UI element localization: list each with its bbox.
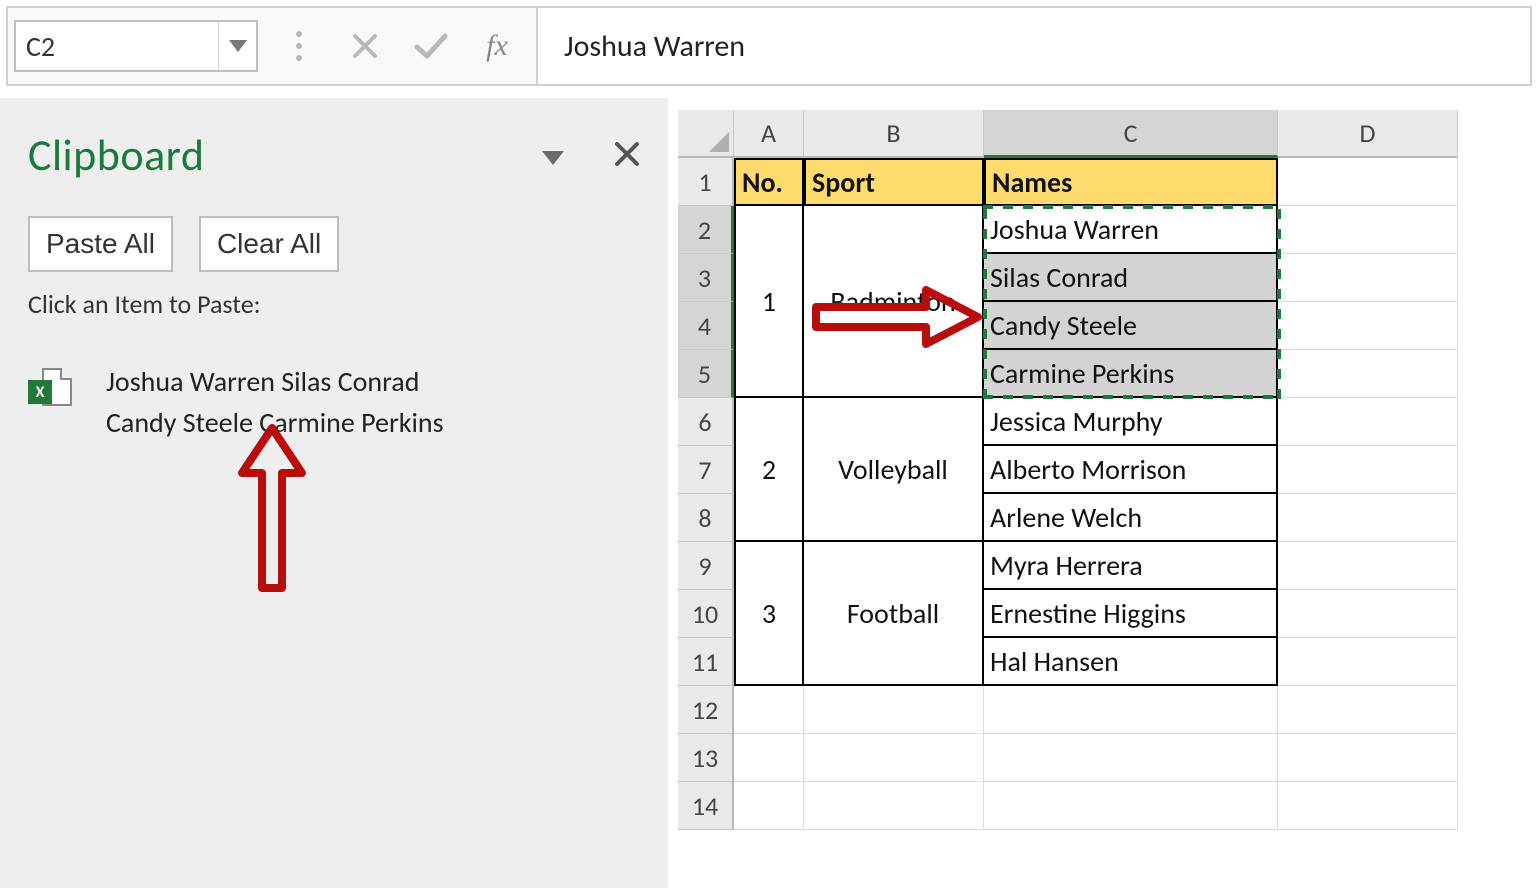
cell-C4[interactable]: Candy Steele [984, 302, 1278, 350]
cell-B2-B5[interactable]: Badminton [804, 206, 984, 398]
col-header-C[interactable]: C [984, 110, 1278, 158]
cell-C12[interactable] [984, 686, 1278, 734]
cancel-icon[interactable] [346, 27, 384, 65]
cell-D10[interactable] [1278, 590, 1458, 638]
cell-D4[interactable] [1278, 302, 1458, 350]
cell-A14[interactable] [734, 782, 804, 830]
cell-B1[interactable]: Sport [804, 158, 984, 206]
formula-bar-buttons: fx [280, 27, 516, 65]
cell-D7[interactable] [1278, 446, 1458, 494]
row-header-10[interactable]: 10 [678, 590, 734, 638]
cell-A6-A8[interactable]: 2 [734, 398, 804, 542]
col-header-B[interactable]: B [804, 110, 984, 158]
row-header-4[interactable]: 4 [678, 302, 734, 350]
row-header-11[interactable]: 11 [678, 638, 734, 686]
formula-bar: C2 fx Joshua Warren [6, 6, 1532, 86]
cell-B9-B11[interactable]: Football [804, 542, 984, 686]
cell-C6[interactable]: Jessica Murphy [984, 398, 1278, 446]
cell-D3[interactable] [1278, 254, 1458, 302]
cell-C8[interactable]: Arlene Welch [984, 494, 1278, 542]
row-header-8[interactable]: 8 [678, 494, 734, 542]
cell-D5[interactable] [1278, 350, 1458, 398]
row-header-14[interactable]: 14 [678, 782, 734, 830]
clipboard-title: Clipboard [28, 128, 205, 182]
cell-B12[interactable] [804, 686, 984, 734]
drag-handle-icon [280, 27, 318, 65]
clipboard-options-icon[interactable] [542, 138, 564, 173]
cell-D8[interactable] [1278, 494, 1458, 542]
clipboard-hint: Click an Item to Paste: [28, 288, 640, 320]
cell-C10[interactable]: Ernestine Higgins [984, 590, 1278, 638]
cell-D2[interactable] [1278, 206, 1458, 254]
cell-A1[interactable]: No. [734, 158, 804, 206]
cell-D9[interactable] [1278, 542, 1458, 590]
cell-D12[interactable] [1278, 686, 1458, 734]
cell-C14[interactable] [984, 782, 1278, 830]
col-header-A[interactable]: A [734, 110, 804, 158]
name-box[interactable]: C2 [16, 29, 218, 64]
cell-C7[interactable]: Alberto Morrison [984, 446, 1278, 494]
cell-C13[interactable] [984, 734, 1278, 782]
row-header-3[interactable]: 3 [678, 254, 734, 302]
paste-all-button[interactable]: Paste All [28, 216, 173, 272]
cell-D13[interactable] [1278, 734, 1458, 782]
cell-A9-A11[interactable]: 3 [734, 542, 804, 686]
annotation-arrow-up [232, 418, 312, 598]
clipboard-item[interactable]: X Joshua Warren Silas Conrad Candy Steel… [28, 362, 640, 443]
cell-B14[interactable] [804, 782, 984, 830]
row-header-9[interactable]: 9 [678, 542, 734, 590]
enter-icon[interactable] [412, 27, 450, 65]
cell-C1[interactable]: Names [984, 158, 1278, 206]
row-header-13[interactable]: 13 [678, 734, 734, 782]
cell-C11[interactable]: Hal Hansen [984, 638, 1278, 686]
row-header-6[interactable]: 6 [678, 398, 734, 446]
row-header-5[interactable]: 5 [678, 350, 734, 398]
clear-all-button[interactable]: Clear All [199, 216, 339, 272]
row-header-7[interactable]: 7 [678, 446, 734, 494]
cell-C2[interactable]: Joshua Warren [984, 206, 1278, 254]
row-header-1[interactable]: 1 [678, 158, 734, 206]
cell-B13[interactable] [804, 734, 984, 782]
row-header-2[interactable]: 2 [678, 206, 734, 254]
excel-icon: X [28, 368, 72, 412]
col-header-D[interactable]: D [1278, 110, 1458, 158]
cell-A13[interactable] [734, 734, 804, 782]
formula-bar-input[interactable]: Joshua Warren [536, 8, 1530, 84]
cell-C5[interactable]: Carmine Perkins [984, 350, 1278, 398]
clipboard-pane: Clipboard Paste All Clear All Click an I… [0, 98, 668, 888]
row-header-12[interactable]: 12 [678, 686, 734, 734]
cell-C3[interactable]: Silas Conrad [984, 254, 1278, 302]
cell-A12[interactable] [734, 686, 804, 734]
cell-D11[interactable] [1278, 638, 1458, 686]
close-icon[interactable] [614, 133, 640, 177]
cell-A2-A5[interactable]: 1 [734, 206, 804, 398]
name-box-dropdown[interactable] [218, 22, 256, 70]
select-all-corner[interactable] [678, 110, 734, 158]
clipboard-item-text: Joshua Warren Silas Conrad Candy Steele … [106, 362, 444, 443]
cell-D14[interactable] [1278, 782, 1458, 830]
fx-icon[interactable]: fx [478, 27, 516, 65]
cell-D6[interactable] [1278, 398, 1458, 446]
cell-C9[interactable]: Myra Herrera [984, 542, 1278, 590]
name-box-wrap[interactable]: C2 [14, 20, 258, 72]
cell-B6-B8[interactable]: Volleyball [804, 398, 984, 542]
cell-D1[interactable] [1278, 158, 1458, 206]
